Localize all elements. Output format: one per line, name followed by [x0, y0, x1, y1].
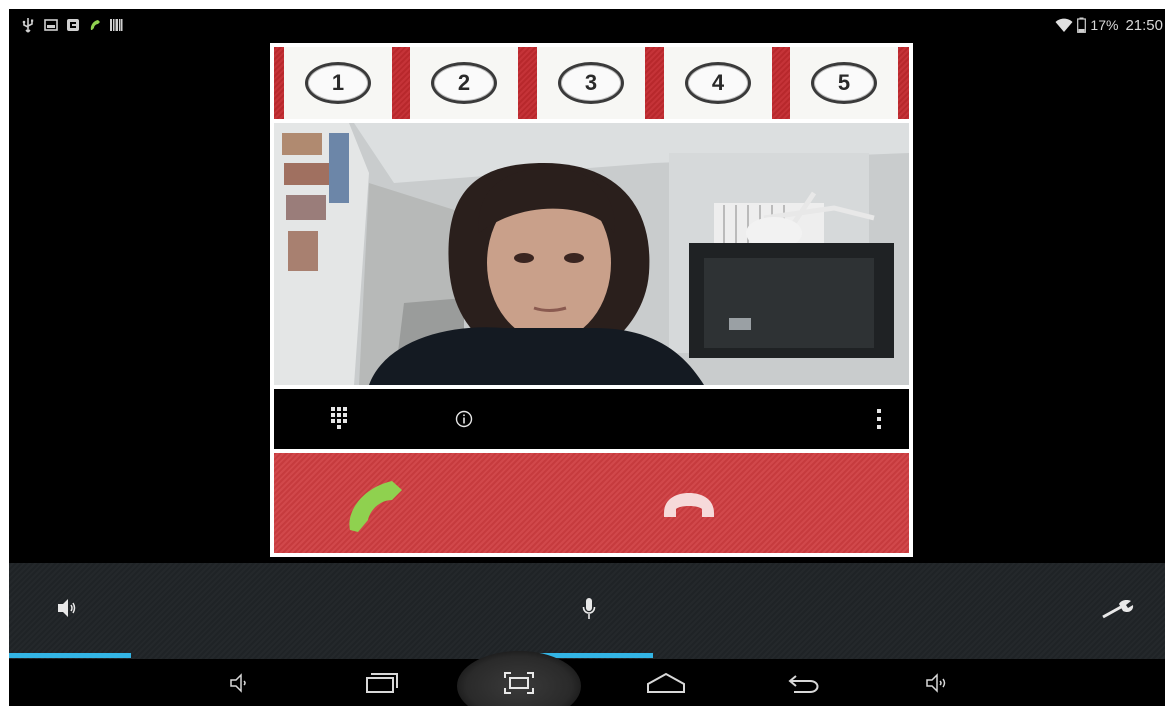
- speaker-toggle[interactable]: [9, 563, 159, 659]
- volume-down-icon: [230, 672, 246, 693]
- remote-video-feed: [274, 123, 909, 385]
- sim-icon: [67, 19, 79, 31]
- speaker-icon: [58, 599, 76, 617]
- phone-hangup-icon: [664, 493, 714, 517]
- battery-icon: [1077, 17, 1087, 33]
- call-action-bar: [274, 453, 909, 553]
- back-button[interactable]: [769, 659, 839, 706]
- video-call-panel: 1 2 3 4 5: [270, 43, 913, 557]
- speed-dial-bar: 1 2 3 4 5: [274, 47, 909, 119]
- gallery-icon: [44, 19, 58, 31]
- call-icon: [90, 20, 100, 30]
- call-control-bar: [9, 563, 1165, 659]
- hangup-call-button[interactable]: [592, 453, 909, 553]
- home-icon: [647, 672, 685, 693]
- speed-dial-label: 4: [685, 62, 751, 104]
- volume-down-button[interactable]: [205, 659, 275, 706]
- speed-dial-button-3[interactable]: 3: [537, 47, 645, 119]
- speed-dial-label: 3: [558, 62, 624, 104]
- recent-apps-icon: [366, 672, 398, 693]
- phone-answer-icon: [349, 481, 402, 532]
- screenshot-button[interactable]: [484, 659, 554, 706]
- video-frame: [274, 123, 909, 385]
- call-toolbar: [274, 389, 909, 449]
- speed-dial-label: 2: [431, 62, 497, 104]
- screenshot-icon: [504, 671, 534, 694]
- answer-call-button[interactable]: [274, 453, 591, 553]
- navigation-bar: [9, 651, 1165, 706]
- status-right: 17% 21:50: [1055, 16, 1163, 34]
- volume-up-icon: [926, 672, 946, 693]
- clock: 21:50: [1125, 16, 1163, 34]
- speed-dial-label: 5: [811, 62, 877, 104]
- speed-dial-button-2[interactable]: 2: [410, 47, 518, 119]
- wifi-icon: [1055, 18, 1073, 32]
- status-bar: 17% 21:50: [9, 9, 1165, 43]
- volume-up-button[interactable]: [904, 659, 974, 706]
- speed-dial-button-1[interactable]: 1: [284, 47, 392, 119]
- barcode-icon: [110, 19, 123, 31]
- overflow-menu-icon[interactable]: [876, 407, 882, 431]
- info-icon[interactable]: [455, 410, 473, 428]
- settings-button[interactable]: [1015, 563, 1165, 659]
- microphone-icon: [582, 598, 596, 619]
- microphone-toggle[interactable]: [531, 563, 681, 659]
- back-icon: [788, 674, 819, 693]
- home-button[interactable]: [631, 659, 701, 706]
- usb-icon: [22, 18, 34, 33]
- dialpad-icon[interactable]: [331, 407, 347, 431]
- wrench-icon: [1102, 600, 1134, 619]
- recent-apps-button[interactable]: [347, 659, 417, 706]
- battery-percent: 17%: [1090, 17, 1119, 33]
- speaker-active-indicator: [9, 653, 131, 658]
- phone-screen: 17% 21:50 1 2 3 4 5: [9, 9, 1165, 706]
- speed-dial-button-5[interactable]: 5: [790, 47, 898, 119]
- speed-dial-button-4[interactable]: 4: [664, 47, 772, 119]
- speed-dial-label: 1: [305, 62, 371, 104]
